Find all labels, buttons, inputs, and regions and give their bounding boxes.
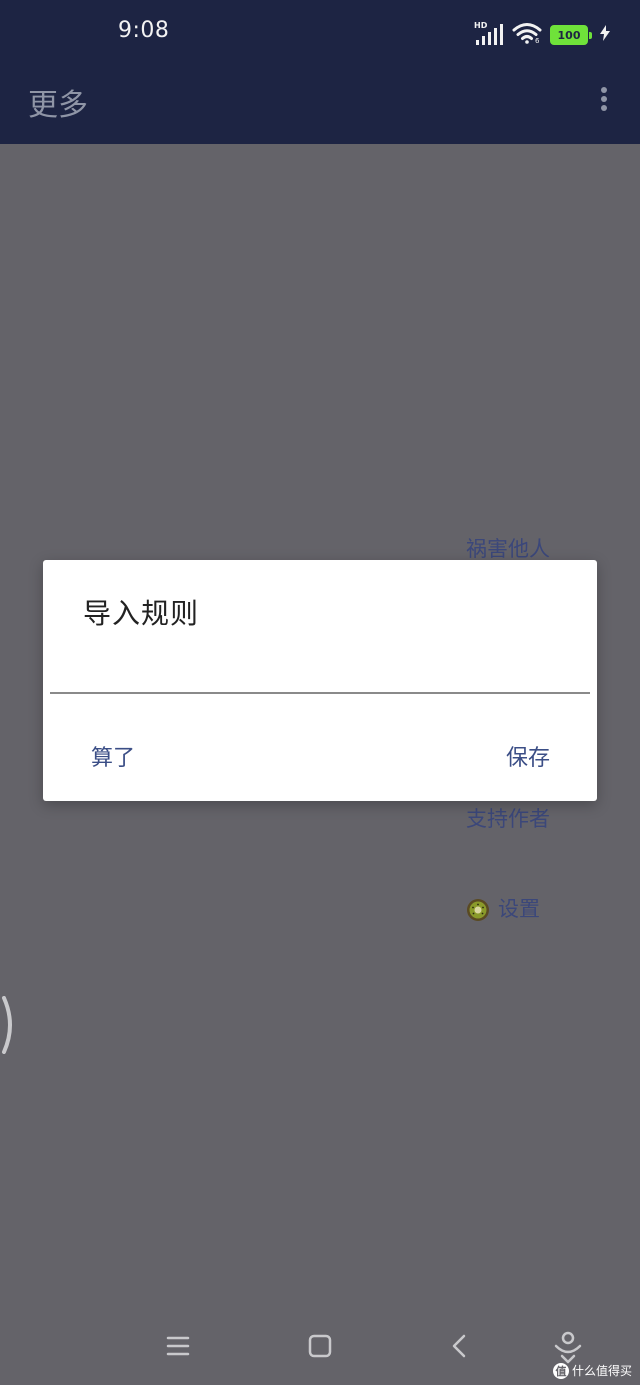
home-icon[interactable] [302, 1328, 338, 1364]
edge-gesture-arc [0, 996, 18, 1054]
kiwi-icon [466, 898, 490, 922]
menu-item-harm-others[interactable]: 祸害他人 [466, 533, 550, 563]
navigation-bar [0, 1310, 640, 1385]
assistant-icon[interactable] [550, 1328, 586, 1364]
app-bar: 更多 [0, 70, 640, 144]
back-icon[interactable] [442, 1328, 478, 1364]
battery-icon: 100 [550, 25, 592, 45]
menu-item-label: 设置 [498, 897, 540, 921]
menu-item-support-author[interactable]: 支持作者 [466, 803, 550, 833]
cellular-signal-icon: HD [474, 21, 504, 47]
charging-bolt-icon [600, 25, 610, 45]
overflow-menu-icon[interactable] [594, 84, 614, 116]
menu-item-settings[interactable]: 设置 [466, 893, 540, 923]
battery-tip [589, 31, 592, 39]
rule-input[interactable] [50, 656, 590, 694]
menu-icon[interactable] [160, 1328, 196, 1364]
import-rules-dialog: 导入规则 算了 保存 [43, 560, 597, 801]
menu-item-label: 支持作者 [466, 807, 550, 831]
svg-text:6: 6 [535, 37, 540, 44]
status-icons: HD 6 100 [474, 21, 610, 48]
cancel-button[interactable]: 算了 [91, 740, 135, 772]
save-button[interactable]: 保存 [506, 740, 550, 772]
battery-level: 100 [550, 25, 588, 45]
status-bar: 9:08 HD 6 100 [0, 0, 640, 70]
status-time: 9:08 [118, 18, 170, 43]
wifi-icon: 6 [512, 22, 542, 48]
watermark-badge: 值 [552, 1362, 569, 1379]
page-title: 更多 [28, 88, 88, 123]
watermark-text: 什么值得买 [571, 1364, 632, 1378]
watermark: 值 什么值得买 [552, 1362, 632, 1379]
dialog-title: 导入规则 [83, 597, 200, 630]
menu-item-label: 祸害他人 [466, 537, 550, 561]
